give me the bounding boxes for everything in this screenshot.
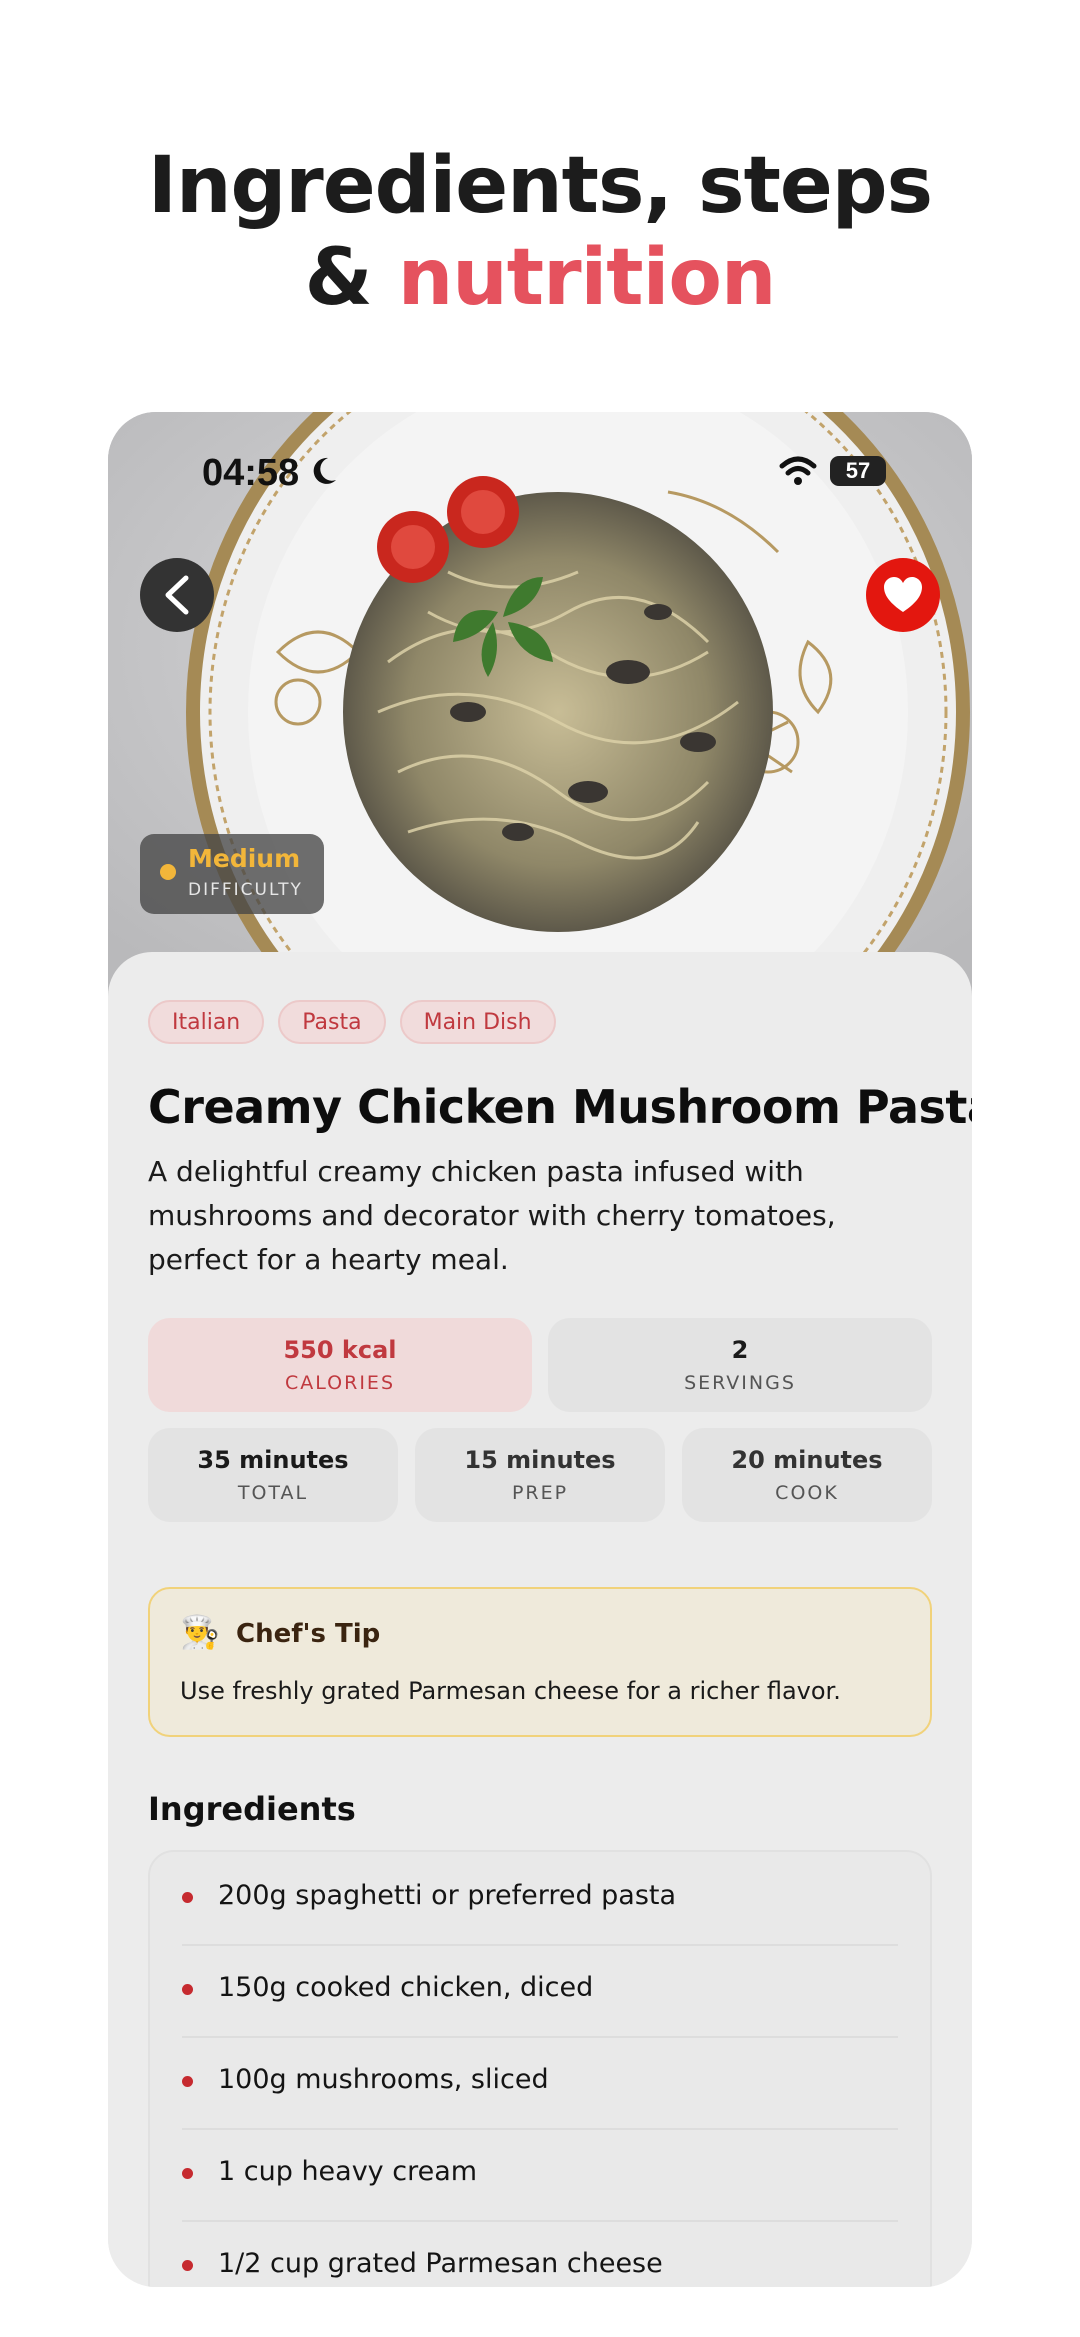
chef-icon: 👨‍🍳 bbox=[180, 1613, 220, 1651]
ingredients-heading: Ingredients bbox=[148, 1790, 356, 1828]
prep-time-stat: 15 minutes PREP bbox=[415, 1428, 665, 1522]
ingredients-list: 200g spaghetti or preferred pasta 150g c… bbox=[148, 1850, 932, 2287]
ingredient-item: 100g mushrooms, sliced bbox=[182, 2036, 898, 2130]
wifi-icon bbox=[778, 456, 818, 490]
heart-icon bbox=[884, 577, 922, 612]
chef-tip-title: Chef's Tip bbox=[236, 1619, 381, 1649]
total-time-value: 35 minutes bbox=[197, 1446, 349, 1474]
bullet-icon bbox=[182, 1892, 193, 1903]
prep-time-label: PREP bbox=[511, 1482, 569, 1504]
ingredient-text: 150g cooked chicken, diced bbox=[218, 1972, 594, 2003]
chef-tip-card: 👨‍🍳 Chef's Tip Use freshly grated Parmes… bbox=[148, 1587, 932, 1737]
recipe-tags: Italian Pasta Main Dish bbox=[148, 1000, 556, 1044]
ingredient-item: 1 cup heavy cream bbox=[182, 2128, 898, 2222]
ingredient-text: 1 cup heavy cream bbox=[218, 2156, 478, 2187]
tag-italian[interactable]: Italian bbox=[148, 1000, 265, 1044]
headline-line-2: & nutrition bbox=[0, 232, 1080, 324]
ingredient-item: 150g cooked chicken, diced bbox=[182, 1944, 898, 2038]
headline-line-1: Ingredients, steps bbox=[147, 141, 933, 231]
difficulty-level: Medium bbox=[188, 844, 301, 873]
cook-time-value: 20 minutes bbox=[731, 1446, 883, 1474]
difficulty-dot bbox=[160, 864, 176, 880]
bullet-icon bbox=[182, 2260, 193, 2271]
ingredient-text: 200g spaghetti or preferred pasta bbox=[218, 1880, 677, 1911]
headline-prefix: & bbox=[304, 233, 398, 323]
ingredient-text: 1/2 cup grated Parmesan cheese bbox=[218, 2248, 663, 2279]
ingredient-item: 1/2 cup grated Parmesan cheese bbox=[182, 2220, 898, 2287]
servings-label: SERVINGS bbox=[684, 1372, 796, 1394]
recipe-detail-sheet: Italian Pasta Main Dish Creamy Chicken M… bbox=[108, 952, 972, 2287]
difficulty-label: DIFFICULTY bbox=[188, 880, 303, 900]
calories-stat: 550 kcal CALORIES bbox=[148, 1318, 532, 1412]
servings-value: 2 bbox=[731, 1336, 749, 1364]
bullet-icon bbox=[182, 2076, 193, 2087]
servings-stat: 2 SERVINGS bbox=[548, 1318, 932, 1412]
calories-value: 550 kcal bbox=[283, 1336, 397, 1364]
back-button[interactable] bbox=[140, 558, 214, 632]
cook-time-label: COOK bbox=[775, 1482, 839, 1504]
prep-time-value: 15 minutes bbox=[464, 1446, 616, 1474]
difficulty-badge: Medium DIFFICULTY bbox=[140, 834, 324, 914]
moon-icon bbox=[306, 454, 338, 490]
chevron-left-icon bbox=[165, 575, 189, 615]
recipe-hero-image: 04:58 57 Medium DIFFICULTY bbox=[108, 412, 972, 1002]
total-time-stat: 35 minutes TOTAL bbox=[148, 1428, 398, 1522]
total-time-label: TOTAL bbox=[237, 1482, 309, 1504]
tag-pasta[interactable]: Pasta bbox=[278, 1000, 386, 1044]
bullet-icon bbox=[182, 2168, 193, 2179]
chef-tip-body: Use freshly grated Parmesan cheese for a… bbox=[180, 1677, 841, 1705]
status-time: 04:58 bbox=[202, 452, 300, 494]
favorite-button[interactable] bbox=[866, 558, 940, 632]
ingredient-item: 200g spaghetti or preferred pasta bbox=[182, 1852, 898, 1946]
recipe-title: Creamy Chicken Mushroom Pasta bbox=[148, 1080, 972, 1134]
bullet-icon bbox=[182, 1984, 193, 1995]
headline-accent: nutrition bbox=[397, 233, 777, 323]
battery-indicator: 57 bbox=[830, 456, 886, 486]
recipe-description: A delightful creamy chicken pasta infuse… bbox=[148, 1155, 836, 1276]
marketing-headline: Ingredients, steps & nutrition bbox=[0, 140, 1080, 324]
calories-label: CALORIES bbox=[285, 1372, 395, 1394]
tag-main-dish[interactable]: Main Dish bbox=[399, 1000, 556, 1044]
cook-time-stat: 20 minutes COOK bbox=[682, 1428, 932, 1522]
phone-screen: 04:58 57 Medium DIFFICULTY Italian Pasta… bbox=[108, 412, 972, 2287]
ingredient-text: 100g mushrooms, sliced bbox=[218, 2064, 549, 2095]
